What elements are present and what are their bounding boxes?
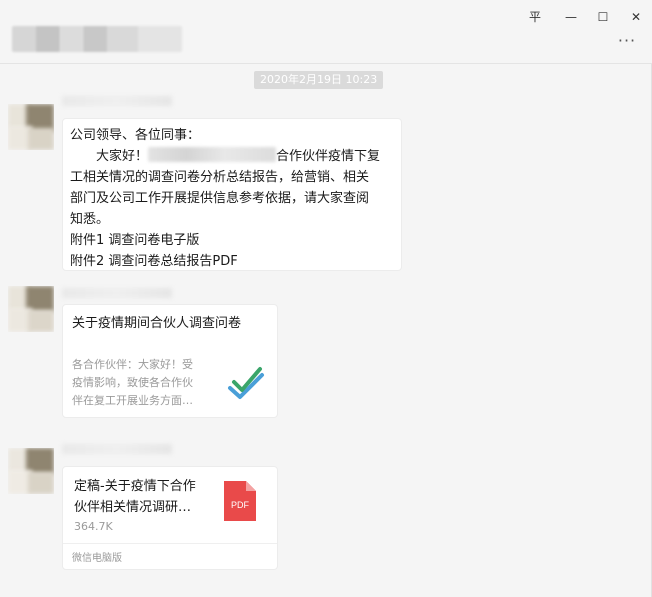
message-line: 附件2 调查问卷总结报告PDF — [70, 254, 238, 269]
close-button[interactable]: ✕ — [627, 9, 645, 25]
sender-name-redacted — [62, 444, 172, 454]
pdf-file-icon: PDF — [224, 481, 256, 521]
more-options-button[interactable]: ··· — [616, 33, 638, 49]
sender-name-redacted — [62, 96, 172, 106]
chat-window: 平 — ☐ ✕ ··· 2020年2月19日 10:23 公司领导、各位同事： … — [0, 0, 652, 597]
avatar[interactable] — [8, 448, 54, 494]
message-line: 工相关情况的调查问卷分析总结报告，给营销、相关 — [70, 170, 370, 185]
maximize-button[interactable]: ☐ — [594, 9, 612, 25]
divider — [63, 543, 277, 544]
chat-title-redacted — [12, 26, 182, 52]
message-line: 附件1 调查问卷电子版 — [70, 233, 200, 248]
check-icon — [228, 367, 264, 399]
pin-button[interactable]: 平 — [526, 9, 544, 25]
message-timestamp: 2020年2月19日 10:23 — [254, 71, 384, 89]
minimize-button[interactable]: — — [562, 9, 580, 25]
message-text: 公司领导、各位同事： 大家好！ 合作伙伴疫情下复 工相关情况的调查问卷分析总结报告… — [70, 125, 396, 272]
link-card-title: 关于疫情期间合伙人调查问卷 — [72, 316, 242, 331]
link-card-description: 各合作伙伴：大家好！受 疫情影响，致使各合作伙 伴在复工开展业务方面… — [72, 358, 193, 407]
title-bar: 平 — ☐ ✕ ··· — [0, 0, 652, 64]
message-line: 大家好！ 合作伙伴疫情下复 — [96, 147, 381, 164]
message-line: 公司领导、各位同事： — [70, 128, 201, 143]
avatar[interactable] — [8, 286, 54, 332]
file-source-label: 微信电脑版 — [72, 553, 122, 564]
avatar[interactable] — [8, 104, 54, 150]
message-line: 部门及公司工作开展提供信息参考依据，请大家查阅 — [70, 191, 370, 206]
svg-text:PDF: PDF — [231, 500, 250, 510]
redacted-text — [148, 147, 277, 162]
file-size: 364.7K — [74, 520, 113, 533]
sender-name-redacted — [62, 288, 172, 298]
message-line: 知悉。 — [70, 212, 110, 227]
file-name: 定稿-关于疫情下合作 伙伴相关情况调研… — [74, 479, 196, 515]
